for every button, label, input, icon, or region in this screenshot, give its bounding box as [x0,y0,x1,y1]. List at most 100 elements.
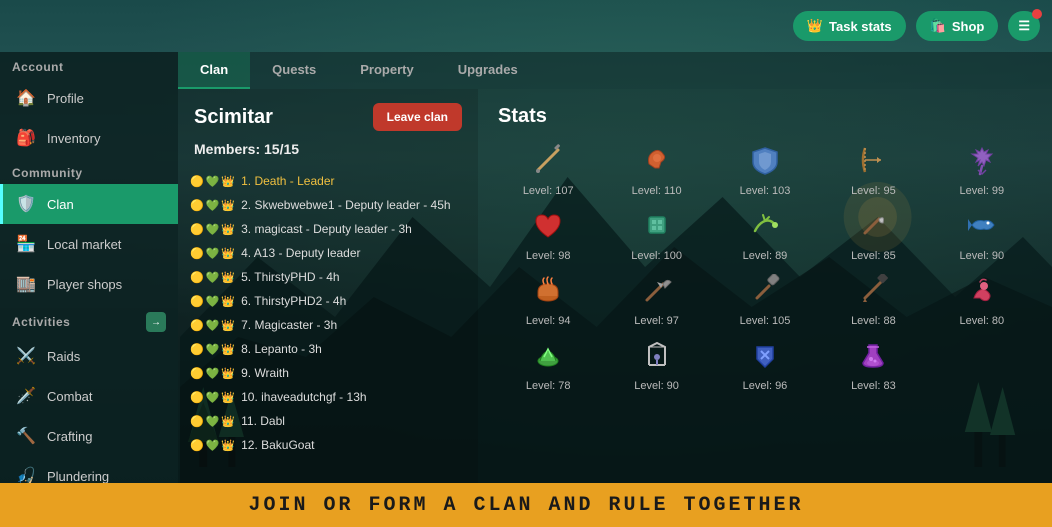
stats-panel: Stats Le [478,89,1052,483]
stat-level: Level: 98 [526,250,571,262]
member-name: 3. magicast - Deputy leader - 3h [241,222,412,236]
stat-level: Level: 110 [632,185,682,197]
speed-icon [532,339,564,376]
stat-level: Level: 90 [959,250,1004,262]
slayer-icon [749,339,781,376]
stat-level: Level: 78 [526,380,571,392]
bottom-banner: JOIN OR FORM A CLAN AND RULE TOGETHER [0,483,1052,527]
sidebar-item-local-market[interactable]: 🏪 Local market [0,224,178,264]
sidebar-item-profile[interactable]: 🏠 Profile [0,78,178,118]
shop-label: Shop [952,19,985,34]
members-count: Members: 15/15 [178,137,478,165]
stat-level: Level: 100 [631,250,682,262]
clan-icon: 🛡️ [15,193,37,215]
stat-strength: Level: 110 [606,144,706,197]
sidebar-item-clan[interactable]: 🛡️ Clan [0,184,178,224]
list-item: 🟡💚👑 3. magicast - Deputy leader - 3h [178,217,478,241]
content-area: Clan Quests Property Upgrades Scimitar [178,52,1052,483]
sidebar-item-plundering[interactable]: 🎣 Plundering [0,456,178,483]
thieving-icon [966,274,998,311]
list-item: 🟡💚👑 10. ihaveadutchgf - 13h [178,385,478,409]
list-item: 🟡💚👑 2. Skwebwebwe1 - Deputy leader - 45h [178,193,478,217]
sidebar-item-crafting[interactable]: 🔨 Crafting [0,416,178,456]
task-stats-button[interactable]: 👑 Task stats [793,11,906,41]
member-name: 7. Magicaster - 3h [241,318,337,332]
crafting2-icon [857,274,889,311]
stat-alchemy: Level: 83 [823,339,923,392]
shops-icon: 🏬 [15,273,37,295]
member-name: 6. ThirstyPHD2 - 4h [241,294,346,308]
sidebar-combat-label: Combat [47,389,93,404]
member-name: 11. Dabl [241,414,285,428]
member-name: 9. Wraith [241,366,289,380]
account-section-label: Account [0,52,178,78]
sidebar-item-player-shops[interactable]: 🏬 Player shops [0,264,178,304]
list-item: 🟡💚👑 11. Dabl [178,409,478,433]
stat-magic: Level: 99 [932,144,1032,197]
menu-icon: ☰ [1018,18,1030,34]
sidebar-item-inventory[interactable]: 🎒 Inventory [0,118,178,158]
tab-property[interactable]: Property [338,52,435,89]
stat-speed: Level: 78 [498,339,598,392]
menu-button[interactable]: ☰ [1008,11,1040,41]
stat-level: Level: 89 [743,250,788,262]
sidebar-inventory-label: Inventory [47,131,100,146]
stat-level: Level: 80 [959,315,1004,327]
crafting-icon: 🔨 [15,425,37,447]
combat-icon: 🗡️ [15,385,37,407]
clan-panel-container: Scimitar Leave clan Members: 15/15 🟡💚👑 1… [178,89,1052,483]
list-item: 🟡💚👑 12. BakuGoat [178,433,478,457]
leave-clan-button[interactable]: Leave clan [373,103,462,131]
tab-bar: Clan Quests Property Upgrades [178,52,1052,89]
stat-level: Level: 107 [523,185,574,197]
sidebar-shops-label: Player shops [47,277,122,292]
sidebar-crafting-label: Crafting [47,429,93,444]
stat-level: Level: 90 [634,380,679,392]
list-item: 🟡💚👑 4. A13 - Deputy leader [178,241,478,265]
alchemy-icon [857,339,889,376]
market-icon: 🏪 [15,233,37,255]
shop-button[interactable]: 🛍️ Shop [916,11,999,41]
stat-cooking: Level: 94 [498,274,598,327]
stat-dungeon: Level: 90 [606,339,706,392]
stat-defense: Level: 103 [715,144,815,197]
stat-level: Level: 94 [526,315,571,327]
crown-icon: 👑 [807,18,823,34]
member-name: 12. BakuGoat [241,438,314,452]
inventory-icon: 🎒 [15,127,37,149]
plundering-icon: 🎣 [15,465,37,483]
member-name: 10. ihaveadutchgf - 13h [241,390,366,404]
list-item: 🟡💚👑 6. ThirstyPHD2 - 4h [178,289,478,313]
sidebar-item-combat[interactable]: 🗡️ Combat [0,376,178,416]
pickaxe-icon [641,274,673,311]
stat-sword: Level: 107 [498,144,598,197]
clan-info-panel: Scimitar Leave clan Members: 15/15 🟡💚👑 1… [178,89,478,483]
member-name: 5. ThirstyPHD - 4h [241,270,339,284]
topbar: 👑 Task stats 🛍️ Shop ☰ [0,0,1052,52]
strength-icon [641,144,673,181]
activities-section-label: Activities [12,315,70,329]
activities-toggle-button[interactable]: → [146,312,166,332]
stat-smithing: Level: 105 [715,274,815,327]
stat-level: Level: 103 [740,185,791,197]
craft-icon [641,209,673,246]
stat-craft: Level: 100 [606,209,706,262]
tab-quests[interactable]: Quests [250,52,338,89]
tab-clan[interactable]: Clan [178,52,250,89]
activities-section: Activities → [0,304,178,336]
stat-level: Level: 96 [743,380,788,392]
stat-level: Level: 88 [851,315,896,327]
task-stats-label: Task stats [829,19,892,34]
tab-upgrades[interactable]: Upgrades [436,52,540,89]
member-name: 4. A13 - Deputy leader [241,246,360,260]
heart-icon [532,209,564,246]
bow-icon [857,144,889,181]
member-name: 2. Skwebwebwe1 - Deputy leader - 45h [241,198,450,212]
sidebar-item-raids[interactable]: ⚔️ Raids [0,336,178,376]
stat-level: Level: 99 [959,185,1004,197]
sidebar-profile-label: Profile [47,91,84,106]
main-content: Account 🏠 Profile 🎒 Inventory Community … [0,52,1052,483]
fish-icon [966,209,998,246]
magic-icon [966,144,998,181]
sidebar: Account 🏠 Profile 🎒 Inventory Community … [0,52,178,483]
